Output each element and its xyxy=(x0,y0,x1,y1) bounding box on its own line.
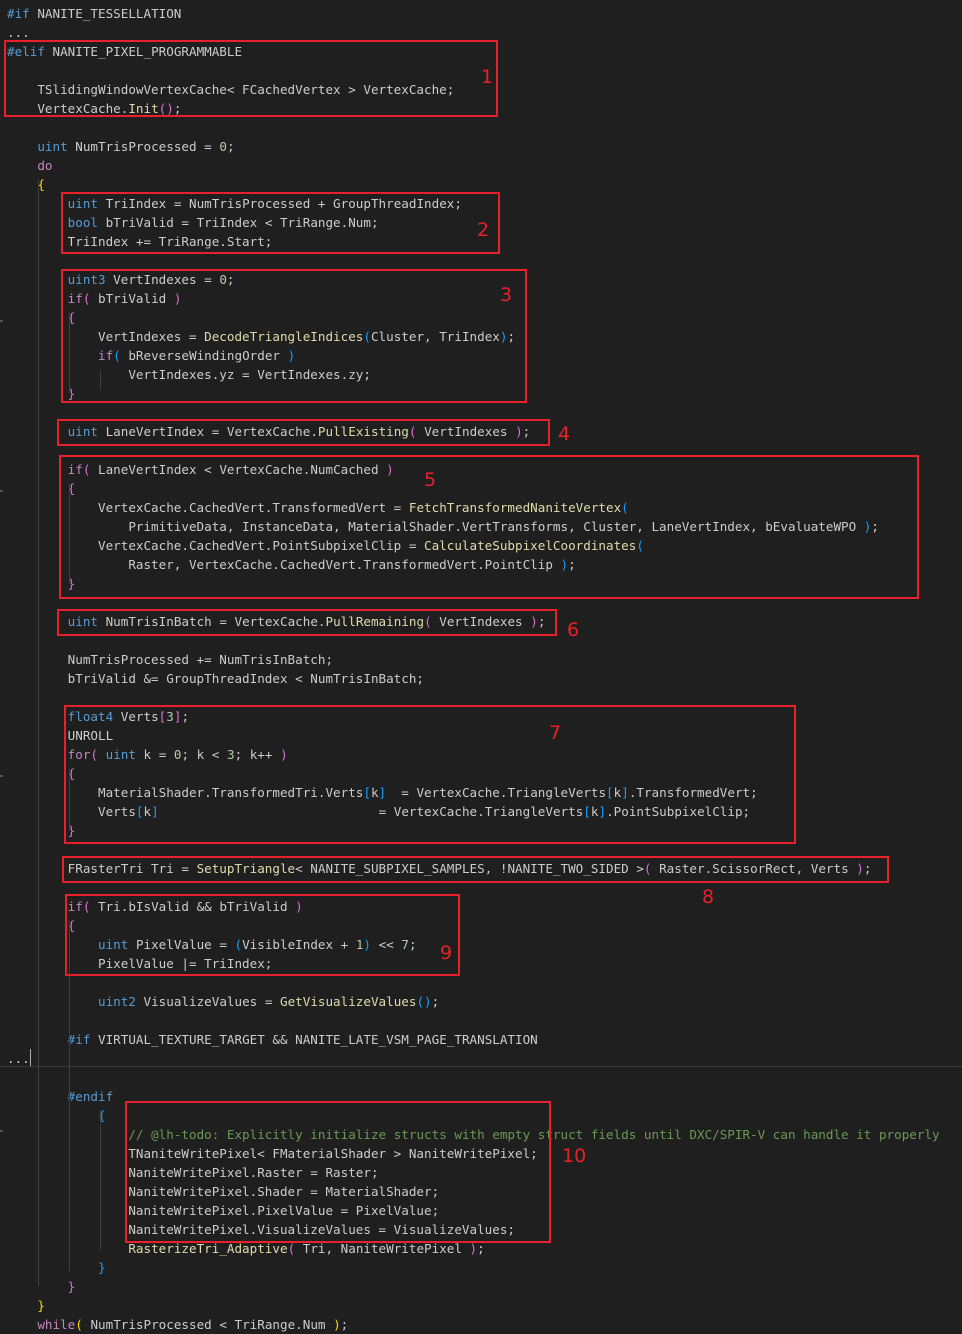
code-line: { xyxy=(7,175,45,194)
code-token: RasterizeTri_Adaptive xyxy=(128,1241,288,1256)
gutter-marker xyxy=(0,320,3,322)
code-token: NumTrisProcessed = xyxy=(67,139,220,154)
annotation-box xyxy=(64,705,796,844)
code-token: GetVisualizeValues xyxy=(279,994,417,1009)
annotation-box xyxy=(57,609,557,636)
annotation-box xyxy=(62,856,889,883)
indent-guide xyxy=(100,1110,101,1250)
annotation-number: 4 xyxy=(558,423,571,445)
code-line: #endif xyxy=(7,1087,114,1106)
code-token: Tri, NaniteWritePixel xyxy=(295,1241,470,1256)
code-token: NANITE_TESSELLATION xyxy=(29,6,182,21)
code-token: VIRTUAL_TEXTURE_TARGET && NANITE_LATE_VS… xyxy=(90,1032,538,1047)
code-token: bTriValid &= GroupThreadIndex < NumTrisI… xyxy=(7,671,425,686)
fold-separator xyxy=(0,1066,962,1067)
annotation-box xyxy=(61,269,527,403)
gutter-marker xyxy=(0,490,3,492)
annotation-number: 3 xyxy=(500,284,513,306)
code-token: #endif xyxy=(67,1089,114,1104)
code-token: } xyxy=(37,1298,45,1313)
code-line: #if VIRTUAL_TEXTURE_TARGET && NANITE_LAT… xyxy=(7,1030,538,1049)
code-token: VisualizeValues = xyxy=(135,994,280,1009)
code-token: NumTrisProcessed += NumTrisInBatch; xyxy=(7,652,334,667)
code-token: #if xyxy=(67,1032,91,1047)
code-line: } xyxy=(7,1277,76,1296)
code-line: } xyxy=(7,1258,106,1277)
code-token: () xyxy=(416,994,432,1009)
code-token: ... xyxy=(7,1051,30,1066)
code-line: uint NumTrisProcessed = 0; xyxy=(7,137,235,156)
annotation-box xyxy=(65,894,460,976)
annotation-box xyxy=(57,419,550,446)
code-line: #if NANITE_TESSELLATION xyxy=(7,4,181,23)
code-token: do xyxy=(37,158,53,173)
code-line: { xyxy=(7,1106,106,1125)
code-editor[interactable]: #if NANITE_TESSELLATION... #elif NANITE_P… xyxy=(0,0,962,1332)
annotation-box xyxy=(125,1101,551,1243)
annotation-number: 1 xyxy=(481,66,494,88)
indent-guide xyxy=(38,180,39,1286)
code-token: ... xyxy=(7,25,30,40)
code-line: uint2 VisualizeValues = GetVisualizeValu… xyxy=(7,992,439,1011)
code-token: uint2 xyxy=(98,994,136,1009)
annotation-number: 2 xyxy=(477,219,490,241)
code-token: ; xyxy=(477,1241,485,1256)
annotation-number: 9 xyxy=(440,942,453,964)
annotation-number: 5 xyxy=(424,469,437,491)
annotation-number: 8 xyxy=(702,886,715,908)
code-line: NumTrisProcessed += NumTrisInBatch; xyxy=(7,650,333,669)
code-line: do xyxy=(7,156,53,175)
code-token: } xyxy=(67,1279,76,1294)
code-line: bTriValid &= GroupThreadIndex < NumTrisI… xyxy=(7,669,424,688)
code-line: } xyxy=(7,1296,45,1315)
code-token: ; xyxy=(226,139,235,154)
code-token: 0 xyxy=(219,139,227,154)
code-token: uint xyxy=(37,139,68,154)
code-line: while( NumTrisProcessed < TriRange.Num )… xyxy=(7,1315,348,1334)
annotation-box xyxy=(4,40,498,117)
gutter-marker xyxy=(0,1130,3,1132)
gutter-marker xyxy=(0,775,3,777)
code-token: ) xyxy=(469,1241,478,1256)
text-cursor xyxy=(30,1049,31,1066)
annotation-box xyxy=(59,455,919,599)
annotation-number: 7 xyxy=(549,722,562,744)
annotation-number: 10 xyxy=(562,1145,587,1167)
code-token: } xyxy=(98,1260,106,1275)
annotation-box xyxy=(61,192,500,254)
code-token: ; xyxy=(431,994,440,1009)
code-token: #if xyxy=(7,6,30,21)
annotation-number: 6 xyxy=(567,619,580,641)
